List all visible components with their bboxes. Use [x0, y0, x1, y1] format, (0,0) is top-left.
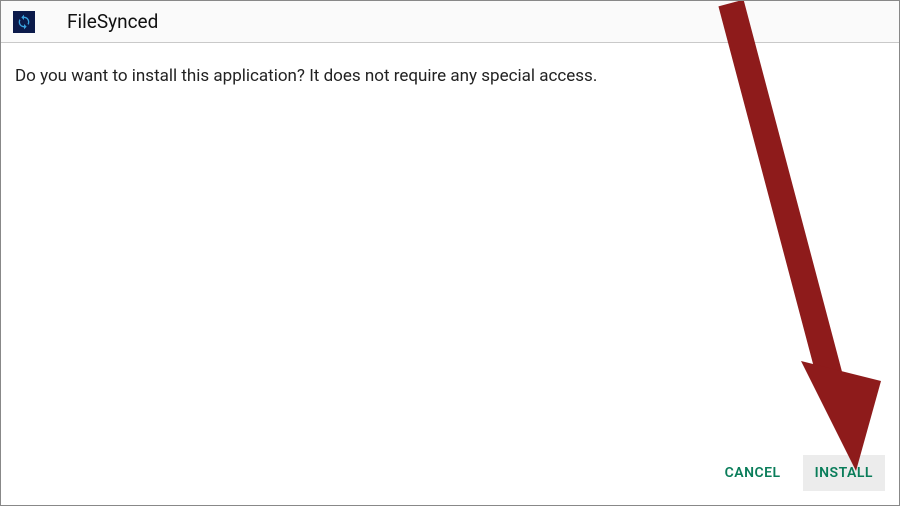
install-prompt-text: Do you want to install this application?… — [15, 65, 885, 87]
cancel-button[interactable]: CANCEL — [713, 455, 793, 491]
dialog-actions: CANCEL INSTALL — [713, 455, 885, 491]
dialog-header: FileSynced — [1, 1, 899, 43]
sync-icon — [16, 14, 32, 30]
install-button[interactable]: INSTALL — [803, 455, 885, 491]
dialog-content: Do you want to install this application?… — [1, 43, 899, 109]
app-title: FileSynced — [67, 10, 158, 33]
app-icon — [13, 11, 35, 33]
